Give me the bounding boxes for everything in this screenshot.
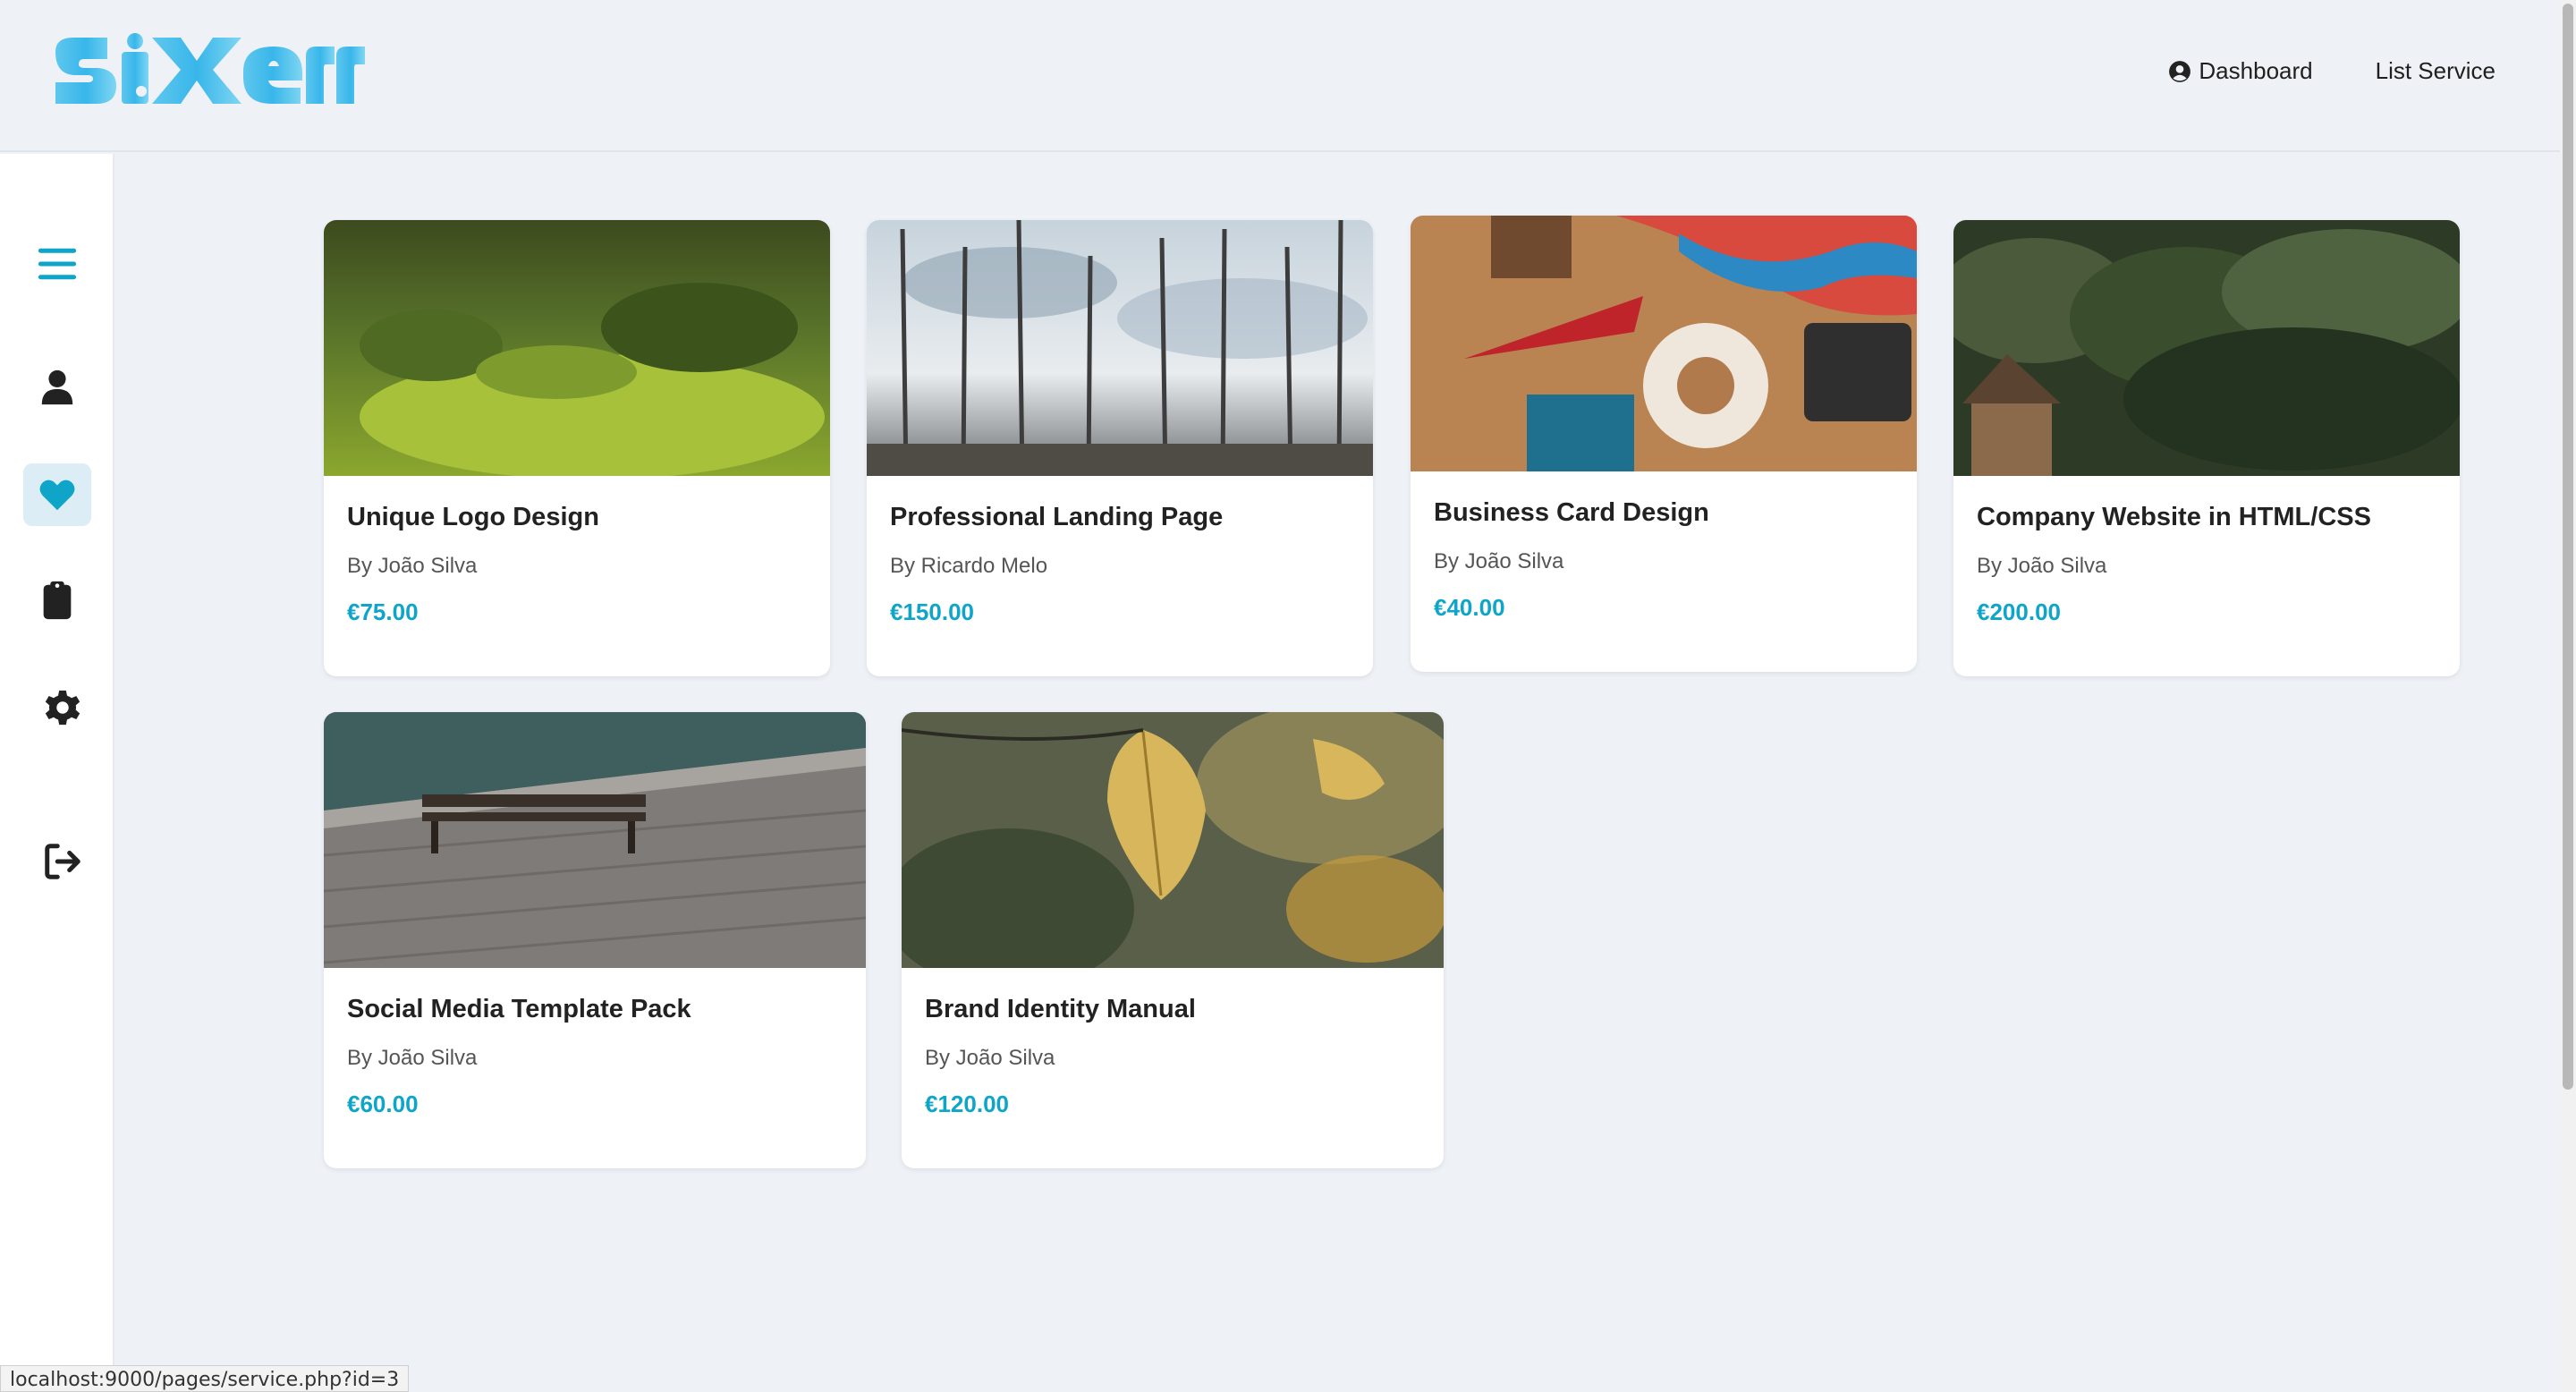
service-thumbnail xyxy=(324,712,866,968)
service-thumbnail xyxy=(902,712,1444,968)
service-author: By João Silva xyxy=(347,554,478,578)
service-author: By João Silva xyxy=(1434,549,1564,573)
service-thumbnail xyxy=(1411,216,1917,471)
service-title: Business Card Design xyxy=(1434,498,1709,527)
service-price: €150.00 xyxy=(890,598,974,625)
service-title: Professional Landing Page xyxy=(890,503,1224,531)
top-nav: Dashboard List Service xyxy=(2168,57,2496,85)
dashboard-label: Dashboard xyxy=(2199,57,2313,84)
menu-icon xyxy=(38,248,77,280)
status-bar-url: localhost:9000/pages/service.php?id=3 xyxy=(0,1365,410,1392)
service-card[interactable]: Social Media Template Pack By João Silva… xyxy=(324,712,866,1168)
service-price: €120.00 xyxy=(925,1091,1009,1117)
settings-button[interactable] xyxy=(29,676,97,739)
service-author: By João Silva xyxy=(925,1046,1055,1070)
service-card[interactable]: Business Card Design By João Silva €40.0… xyxy=(1411,216,1917,672)
sidebar xyxy=(0,154,114,1392)
service-thumbnail xyxy=(1953,220,2460,476)
clipboard-icon xyxy=(43,581,72,620)
service-card[interactable]: Unique Logo Design By João Silva €75.00 xyxy=(324,220,830,676)
heart-icon xyxy=(39,480,75,511)
profile-button[interactable] xyxy=(23,356,91,419)
logout-icon xyxy=(45,844,80,879)
service-author: By João Silva xyxy=(347,1046,478,1070)
service-price: €75.00 xyxy=(347,598,419,625)
dashboard-link[interactable]: Dashboard xyxy=(2168,57,2313,85)
service-card[interactable]: Brand Identity Manual By João Silva €120… xyxy=(902,712,1444,1168)
service-title: Company Website in HTML/CSS xyxy=(1977,503,2371,531)
scrollbar-thumb[interactable] xyxy=(2563,4,2573,1090)
service-card[interactable]: Company Website in HTML/CSS By João Silv… xyxy=(1953,220,2460,676)
orders-button[interactable] xyxy=(23,569,91,632)
page-scrollbar[interactable] xyxy=(2560,0,2576,1392)
list-service-link[interactable]: List Service xyxy=(2376,57,2496,85)
user-icon xyxy=(41,369,73,405)
service-author: By João Silva xyxy=(1977,554,2107,578)
service-thumbnail xyxy=(324,220,830,476)
favorites-button[interactable] xyxy=(23,463,91,526)
list-service-label: List Service xyxy=(2375,57,2496,84)
service-title: Social Media Template Pack xyxy=(347,995,691,1023)
logout-button[interactable] xyxy=(29,830,97,893)
service-thumbnail xyxy=(867,220,1373,476)
service-price: €40.00 xyxy=(1434,594,1505,621)
menu-button[interactable] xyxy=(23,233,91,295)
service-price: €200.00 xyxy=(1977,598,2061,625)
service-card[interactable]: Professional Landing Page By Ricardo Mel… xyxy=(867,220,1373,676)
service-title: Unique Logo Design xyxy=(347,503,599,531)
service-title: Brand Identity Manual xyxy=(925,995,1196,1023)
service-price: €60.00 xyxy=(347,1091,419,1117)
sixerr-logo[interactable] xyxy=(52,32,365,107)
service-author: By Ricardo Melo xyxy=(890,554,1048,578)
top-header: Dashboard List Service xyxy=(0,0,2560,152)
user-circle-icon xyxy=(2169,60,2191,82)
gear-icon xyxy=(45,690,80,726)
